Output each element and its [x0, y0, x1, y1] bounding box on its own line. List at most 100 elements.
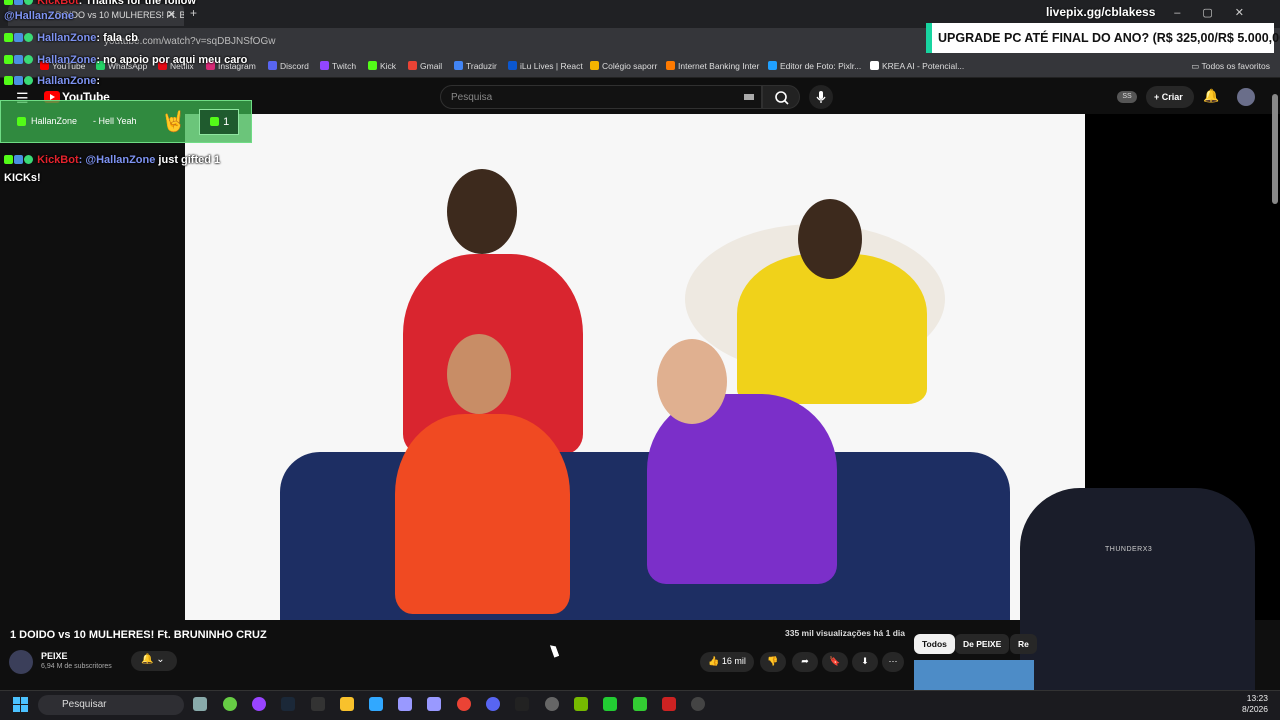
bookmark-item[interactable]: KREA AI - Potencial... [870, 61, 964, 71]
4k-app-icon[interactable] [691, 697, 705, 711]
account-badge[interactable]: SS [1117, 91, 1137, 103]
kick-icon [4, 33, 13, 42]
epic-games-icon[interactable] [311, 697, 325, 711]
chat-message: HallanZone: fala cb [4, 32, 138, 44]
verified-icon [24, 33, 33, 42]
person-head [447, 169, 517, 254]
chip-related[interactable]: Re [1010, 634, 1037, 654]
bookmark-item[interactable]: Traduzir [454, 61, 497, 71]
thumbs-down-icon: 👎 [767, 656, 779, 666]
bookmark-favicon-icon [590, 61, 599, 70]
bookmark-favicon-icon [454, 61, 463, 70]
app-icon[interactable] [603, 697, 617, 711]
channel-avatar[interactable] [9, 650, 33, 674]
premiere-icon[interactable] [398, 697, 412, 711]
bookmark-item[interactable]: Gmail [408, 61, 442, 71]
person-head [798, 199, 862, 279]
verified-icon [24, 76, 33, 85]
search-button[interactable] [762, 85, 800, 109]
system-clock[interactable]: 13:23 8/2026 [1236, 693, 1268, 715]
file-explorer-icon[interactable] [340, 697, 354, 711]
donation-goal-banner: UPGRADE PC ATÉ FINAL DO ANO? (R$ 325,00/… [926, 23, 1280, 53]
video-player[interactable] [185, 114, 1085, 620]
save-button[interactable]: 🔖 [822, 652, 848, 672]
mod-badge-icon [14, 76, 23, 85]
close-tab-icon[interactable]: ✕ [167, 8, 176, 21]
bookmark-favicon-icon [508, 61, 517, 70]
nvidia-icon[interactable] [574, 697, 588, 711]
taskbar-search[interactable]: Pesquisar [38, 695, 184, 715]
folder-icon: ▭ [1191, 61, 1202, 71]
person-head [447, 334, 511, 414]
page-scrollbar[interactable] [1272, 94, 1278, 204]
app-icon[interactable] [662, 697, 676, 711]
rock-hand-icon: 🤘 [161, 111, 186, 133]
chat-message: HallanZone: no apoio por aqui meu caro [4, 54, 247, 66]
after-effects-icon[interactable] [427, 697, 441, 711]
video-title: 1 DOIDO vs 10 MULHERES! Ft. BRUNINHO CRU… [10, 629, 267, 641]
recommended-video-thumbnail[interactable] [914, 660, 1034, 690]
share-button[interactable]: ➦ [792, 652, 818, 672]
download-button[interactable]: ⬇ [852, 652, 878, 672]
bookmark-icon: 🔖 [829, 656, 841, 666]
bookmark-item[interactable]: Colégio saporr [590, 61, 657, 71]
chat-message-kickbot-line2: KICKs! [4, 172, 41, 184]
keyboard-icon[interactable] [744, 94, 754, 100]
voice-search-button[interactable] [809, 85, 833, 109]
person-orange-shirt [395, 414, 570, 614]
photoshop-icon[interactable] [369, 697, 383, 711]
bookmark-item[interactable]: Kick [368, 61, 396, 71]
mod-badge-icon [14, 55, 23, 64]
channel-name[interactable]: PEIXE [41, 651, 68, 661]
like-button[interactable]: 👍 16 mil [700, 652, 754, 672]
minecraft-icon[interactable] [633, 697, 647, 711]
verified-icon [24, 155, 33, 164]
notification-bell-button[interactable]: 🔔 ⌄ [131, 651, 177, 671]
chrome-icon[interactable] [457, 697, 471, 711]
window-controls[interactable]: –▢✕ [1174, 6, 1266, 19]
steam-icon[interactable] [281, 697, 295, 711]
all-favorites-folder[interactable]: ▭ Todos os favoritos [1191, 61, 1270, 72]
bookmark-item[interactable]: Discord [268, 61, 309, 71]
bookmark-item[interactable]: Twitch [320, 61, 356, 71]
blue-sofa [280, 452, 1010, 620]
app-icon[interactable] [515, 697, 529, 711]
user-avatar[interactable] [1237, 88, 1255, 106]
bookmark-favicon-icon [408, 61, 417, 70]
share-icon: ➦ [801, 656, 809, 666]
download-icon: ⬇ [861, 656, 869, 666]
app-icon[interactable] [545, 697, 559, 711]
mod-badge-icon [14, 155, 23, 164]
mod-badge-icon [14, 33, 23, 42]
kick-icon [210, 117, 219, 126]
kick-icon [4, 76, 13, 85]
new-tab-icon[interactable]: + [190, 6, 197, 20]
dislike-button[interactable]: 👎 [760, 652, 786, 672]
chat-message: HallanZone: [4, 75, 100, 87]
chip-all[interactable]: Todos [914, 634, 955, 654]
chip-from-channel[interactable]: De PEIXE [955, 634, 1010, 654]
kick-icon [4, 0, 13, 5]
notifications-bell-icon[interactable]: 🔔 [1203, 88, 1219, 104]
search-input[interactable]: Pesquisa [440, 85, 762, 109]
chat-message-kickbot: KickBot: @HallanZone just gifted 1 [4, 154, 220, 166]
bookmark-item[interactable]: Internet Banking Inter [666, 61, 759, 71]
bookmark-item[interactable]: Editor de Foto: Pixlr... [768, 61, 861, 71]
settings-gear-icon[interactable] [193, 697, 207, 711]
chat-message: @HallanZone [4, 10, 75, 22]
bookmark-item[interactable]: iLu Lives | React [508, 61, 583, 71]
discord-icon[interactable] [486, 697, 500, 711]
kick-icon [17, 117, 26, 126]
more-actions-button[interactable]: ⋯ [882, 652, 904, 672]
create-button[interactable]: + Criar [1146, 86, 1194, 108]
chair-brand: THUNDERX3 [1105, 546, 1153, 553]
bookmark-favicon-icon [320, 61, 329, 70]
app-icon[interactable] [252, 697, 266, 711]
more-icon: ⋯ [888, 656, 898, 666]
microphone-icon [816, 91, 826, 103]
app-icon[interactable] [223, 697, 237, 711]
gift-user: HallanZone [31, 116, 78, 126]
bookmark-favicon-icon [870, 61, 879, 70]
verified-icon [24, 0, 33, 5]
windows-start-icon[interactable] [13, 697, 28, 712]
